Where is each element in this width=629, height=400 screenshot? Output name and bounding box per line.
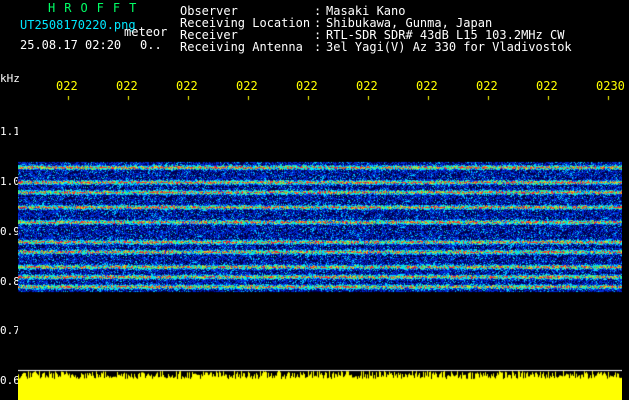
- counter-label: 0..: [140, 38, 162, 52]
- x-tick-label: 022: [176, 79, 198, 93]
- y-tick-label: 1.1: [0, 125, 20, 139]
- y-tick-label: 0.8: [0, 274, 20, 288]
- x-tick-label: 022: [236, 79, 258, 93]
- x-tick-label: 022: [416, 79, 438, 93]
- y-tick-label: 1.0: [0, 175, 20, 188]
- field-label-antenna: Receiving Antenna: [180, 40, 303, 54]
- y-tick-label: 0.6: [0, 374, 20, 387]
- x-tick-label: 022: [56, 79, 78, 93]
- y-tick-label: 0.7: [0, 324, 20, 338]
- hrofft-spectrogram-screen: HROFFT UT2508170220.png meteor 25.08.17 …: [0, 0, 629, 400]
- x-tick-label: 022: [296, 79, 318, 93]
- x-tick-label: 022: [116, 79, 138, 93]
- subtitle-label: meteor: [124, 25, 168, 39]
- field-value-antenna: 3el Yagi(V) Az 330 for Vladivostok: [326, 40, 572, 54]
- x-tick-label: 022: [356, 79, 378, 93]
- brand-title: HROFFT: [48, 1, 146, 15]
- timestamp-label: 25.08.17 02:20: [20, 38, 122, 52]
- x-tick-label: 022: [476, 79, 498, 93]
- field-separator: :: [314, 40, 322, 54]
- x-tick-label: 0230: [596, 79, 625, 93]
- y-axis-unit: kHz: [0, 72, 20, 85]
- y-tick-label: 0.9: [0, 224, 20, 238]
- spectrogram-plot: [18, 96, 622, 400]
- x-tick-label: 022: [536, 79, 558, 93]
- filename-label: UT2508170220.png: [20, 18, 136, 32]
